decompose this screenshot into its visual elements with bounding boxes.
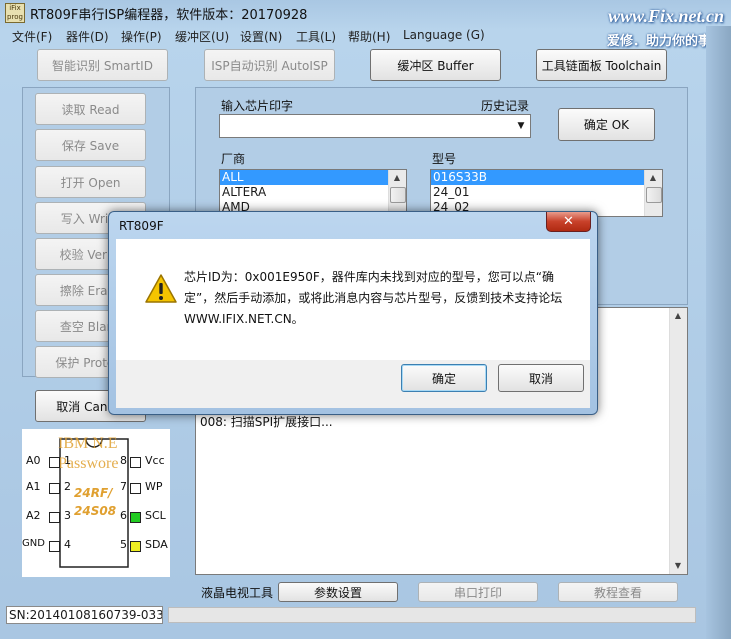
vendor-scrollbar[interactable]: ▲: [388, 170, 406, 216]
pin-box-icon: [49, 457, 60, 468]
pin-label-a0: A0: [26, 454, 41, 467]
menu-help[interactable]: 帮助(H): [348, 28, 390, 45]
dialog-cancel-button[interactable]: 取消: [498, 364, 584, 392]
pin-num-1: 1: [64, 454, 71, 467]
pin-num-6: 6: [120, 509, 127, 522]
menu-device[interactable]: 器件(D): [66, 28, 109, 45]
menu-buffer[interactable]: 缓冲区(U): [175, 28, 229, 45]
chip-ok-button[interactable]: 确定 OK: [558, 108, 655, 141]
vendor-label: 厂商: [221, 152, 246, 166]
tutorial-button[interactable]: 教程查看: [558, 582, 678, 602]
menu-operation[interactable]: 操作(P): [121, 28, 162, 45]
pin-num-2: 2: [64, 480, 71, 493]
menu-settings[interactable]: 设置(N): [240, 28, 282, 45]
scl-indicator-icon: [130, 512, 141, 523]
scroll-thumb[interactable]: [646, 187, 662, 203]
scroll-thumb[interactable]: [390, 187, 406, 203]
model-list[interactable]: 016S33B 24_01 24_02 ▲: [430, 169, 663, 217]
chip-pinout-diagram: IBM N.E Passwore 24RF/ 24S08 A0 A1 A2 GN…: [22, 429, 170, 577]
serial-number-field: SN:20140108160739-0332: [6, 606, 163, 624]
window-title: RT809F串行ISP编程器，软件版本：20170928: [30, 8, 308, 23]
menu-language[interactable]: Language (G): [403, 28, 485, 42]
smart-id-button[interactable]: 智能识别 SmartID: [37, 49, 168, 81]
buffer-button[interactable]: 缓冲区 Buffer: [370, 49, 501, 81]
menu-bar: 文件(F) 器件(D) 操作(P) 缓冲区(U) 设置(N) 工具(L) 帮助(…: [6, 26, 566, 46]
pin-num-5: 5: [120, 538, 127, 551]
pin-num-7: 7: [120, 480, 127, 493]
dialog-title: RT809F: [119, 219, 164, 233]
toolchain-button[interactable]: 工具链面板 Toolchain: [536, 49, 667, 81]
read-button[interactable]: 读取 Read: [35, 93, 146, 125]
pin-num-3: 3: [64, 509, 71, 522]
serial-print-button[interactable]: 串口打印: [418, 582, 538, 602]
pin-box-icon: [49, 483, 60, 494]
dialog-body: 芯片ID为：0x001E950F，器件库内未找到对应的型号，您可以点“确定”，然…: [116, 239, 590, 360]
pin-box-icon: [130, 457, 141, 468]
params-button[interactable]: 参数设置: [278, 582, 398, 602]
pin-box-icon: [49, 541, 60, 552]
chip-text-1: 24RF/: [74, 486, 113, 500]
message-dialog: RT809F ✕ 芯片ID为：0x001E950F，器件库内未找到对应的型号，您…: [108, 211, 598, 415]
app-icon: iFix prog: [5, 3, 25, 23]
scroll-up-icon[interactable]: ▲: [645, 170, 661, 186]
save-button[interactable]: 保存 Save: [35, 129, 146, 161]
open-button[interactable]: 打开 Open: [35, 166, 146, 198]
log-line: 008: 扫描SPI扩展接口...: [200, 415, 333, 429]
window-edge: [706, 26, 731, 639]
chevron-down-icon[interactable]: ▼: [512, 115, 530, 137]
menu-tools[interactable]: 工具(L): [296, 28, 336, 45]
dialog-message: 芯片ID为：0x001E950F，器件库内未找到对应的型号，您可以点“确定”，然…: [184, 270, 563, 326]
pin-label-sda: SDA: [145, 538, 168, 551]
pin-label-gnd: GND: [22, 538, 45, 549]
chip-marking-input[interactable]: ▼: [219, 114, 531, 138]
pin-label-scl: SCL: [145, 509, 166, 522]
pin-num-4: 4: [64, 538, 71, 551]
watermark-url: www.Fix.net.cn: [608, 6, 724, 26]
pin-label-a1: A1: [26, 480, 41, 493]
list-item[interactable]: ALTERA: [220, 185, 406, 200]
lcd-tools-label: 液晶电视工具: [201, 586, 274, 600]
scroll-up-icon[interactable]: ▲: [670, 308, 686, 324]
close-icon[interactable]: ✕: [546, 212, 591, 232]
sda-indicator-icon: [130, 541, 141, 552]
model-label: 型号: [432, 152, 457, 166]
list-item[interactable]: ALL: [220, 170, 406, 185]
pin-box-icon: [49, 512, 60, 523]
pin-num-8: 8: [120, 454, 127, 467]
history-label: 历史记录: [481, 99, 530, 113]
scroll-down-icon[interactable]: ▼: [670, 558, 686, 574]
list-item[interactable]: 24_01: [431, 185, 662, 200]
list-item[interactable]: 016S33B: [431, 170, 662, 185]
horizontal-scrollbar[interactable]: [168, 607, 696, 623]
pin-box-icon: [130, 483, 141, 494]
model-scrollbar[interactable]: ▲: [644, 170, 662, 216]
pin-label-a2: A2: [26, 509, 41, 522]
diagram-watermark-1: IBM N.E: [58, 435, 118, 452]
pin-label-vcc: Vcc: [145, 454, 165, 467]
vendor-list[interactable]: ALL ALTERA AMD ▲: [219, 169, 407, 217]
dialog-button-bar: 确定 取消: [116, 360, 590, 408]
warning-icon: [145, 274, 177, 303]
scroll-up-icon[interactable]: ▲: [389, 170, 405, 186]
log-scrollbar[interactable]: ▲ ▼: [669, 308, 687, 574]
pin-label-wp: WP: [145, 480, 163, 493]
watermark: www.Fix.net.cn 爱修．助力你的事业: [586, 6, 726, 49]
dialog-ok-button[interactable]: 确定: [401, 364, 487, 392]
menu-file[interactable]: 文件(F): [12, 28, 52, 45]
chip-marking-label: 输入芯片印字: [221, 99, 294, 113]
auto-isp-button[interactable]: ISP自动识别 AutoISP: [204, 49, 335, 81]
chip-text-2: 24S08: [74, 504, 117, 518]
